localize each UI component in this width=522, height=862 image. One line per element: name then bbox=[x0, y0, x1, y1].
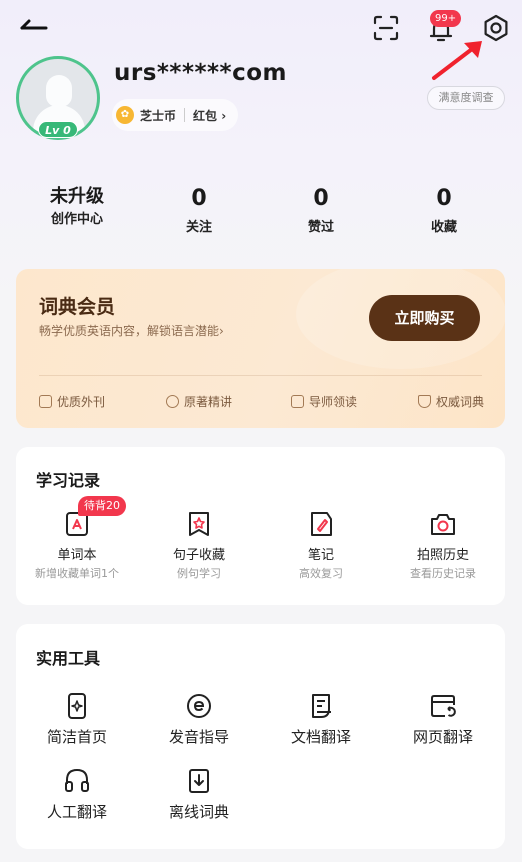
simple-home-icon bbox=[68, 693, 86, 719]
stat-label: 创作中心 bbox=[50, 212, 103, 227]
web-translate-icon bbox=[431, 695, 456, 717]
item-label: 单词本 bbox=[57, 548, 97, 563]
gift-icon bbox=[291, 395, 304, 408]
note-icon bbox=[311, 512, 332, 536]
tools-card: 实用工具 简洁首页 发音指导 文档翻译 网页翻译 人工翻译 离线词典 bbox=[16, 624, 505, 849]
annotation-arrow-icon bbox=[432, 41, 482, 80]
pronunciation-icon bbox=[187, 694, 211, 718]
hongbao-link[interactable]: 红包 › bbox=[193, 107, 226, 124]
stat-following[interactable]: 0 关注 bbox=[144, 186, 254, 235]
item-label: 笔记 bbox=[307, 548, 334, 563]
magazine-icon bbox=[39, 395, 52, 408]
simple-home-item[interactable]: 简洁首页 bbox=[16, 692, 138, 747]
due-review-badge: 待背20 bbox=[78, 496, 126, 516]
section-title: 学习记录 bbox=[36, 471, 101, 490]
vip-title: 词典会员 bbox=[39, 296, 116, 318]
stat-label: 关注 bbox=[185, 220, 212, 235]
notification-count-badge: 99+ bbox=[430, 10, 462, 27]
vip-subtitle[interactable]: 畅学优质英语内容，解锁语言潜能› bbox=[39, 322, 224, 339]
item-sub: 新增收藏单词1个 bbox=[35, 567, 119, 580]
stat-value: 0 bbox=[191, 186, 207, 211]
item-label: 文档翻译 bbox=[290, 728, 351, 746]
item-label: 人工翻译 bbox=[46, 803, 107, 821]
vip-feature-label: 优质外刊 bbox=[57, 395, 106, 409]
stat-value: 0 bbox=[313, 186, 329, 211]
divider bbox=[184, 108, 186, 122]
cheese-coin-icon: ✿ bbox=[116, 106, 134, 124]
offline-dict-item[interactable]: 离线词典 bbox=[138, 767, 260, 822]
coin-label: 芝士币 bbox=[140, 108, 177, 123]
sentence-collection-item[interactable]: 句子收藏 例句学习 bbox=[138, 510, 260, 581]
stat-value: 未升级 bbox=[50, 186, 104, 207]
divider bbox=[39, 375, 482, 376]
section-title: 实用工具 bbox=[36, 649, 101, 668]
notes-item[interactable]: 笔记 高效复习 bbox=[260, 510, 382, 581]
headset-icon bbox=[65, 769, 89, 792]
item-label: 简洁首页 bbox=[46, 728, 107, 746]
stat-liked[interactable]: 0 赞过 bbox=[266, 186, 376, 235]
study-records-card: 学习记录 待背20 单词本 新增收藏单词1个 句子收藏 例句学习 笔记 高效复习… bbox=[16, 447, 505, 605]
web-translate-item[interactable]: 网页翻译 bbox=[382, 692, 504, 747]
pronunciation-item[interactable]: 发音指导 bbox=[138, 692, 260, 747]
doc-translate-item[interactable]: 文档翻译 bbox=[260, 692, 382, 747]
stat-creator-center[interactable]: 未升级 创作中心 bbox=[22, 186, 132, 227]
vip-feature-label: 原著精讲 bbox=[184, 395, 233, 409]
doc-translate-icon bbox=[312, 694, 331, 718]
buy-now-button[interactable]: 立即购买 bbox=[369, 295, 480, 341]
vip-feature-item[interactable]: 权威词典 bbox=[418, 393, 484, 410]
item-sub: 例句学习 bbox=[177, 567, 221, 580]
coin-hongbao-pill[interactable]: ✿ 芝士币 红包 › bbox=[112, 99, 238, 131]
item-sub: 高效复习 bbox=[299, 567, 343, 580]
vip-feature-label: 导师领读 bbox=[309, 395, 358, 409]
username[interactable]: urs******com bbox=[114, 60, 287, 86]
item-label: 离线词典 bbox=[168, 803, 229, 821]
vip-card[interactable]: 词典会员 畅学优质英语内容，解锁语言潜能› 立即购买 优质外刊 原著精讲 导师领… bbox=[16, 269, 505, 428]
human-translate-item[interactable]: 人工翻译 bbox=[16, 767, 138, 822]
stat-label: 收藏 bbox=[430, 220, 457, 235]
sentence-icon bbox=[189, 512, 209, 536]
shield-icon bbox=[418, 395, 431, 408]
back-arrow-icon[interactable] bbox=[18, 14, 50, 40]
wordbook-item[interactable]: 待背20 单词本 新增收藏单词1个 bbox=[16, 496, 138, 581]
vip-feature-item[interactable]: 原著精讲 bbox=[166, 393, 232, 410]
item-label: 句子收藏 bbox=[172, 548, 225, 563]
item-label: 发音指导 bbox=[168, 728, 229, 746]
stat-value: 0 bbox=[436, 186, 452, 211]
survey-button[interactable]: 满意度调查 bbox=[427, 86, 505, 110]
play-icon bbox=[166, 395, 179, 408]
vip-feature-item[interactable]: 导师领读 bbox=[291, 393, 357, 410]
vip-feature-label: 权威词典 bbox=[436, 395, 485, 409]
level-badge: Lv 0 bbox=[38, 121, 78, 138]
camera-icon bbox=[431, 514, 455, 535]
scan-icon[interactable] bbox=[372, 14, 400, 42]
vip-feature-item[interactable]: 优质外刊 bbox=[39, 393, 105, 410]
stat-label: 赞过 bbox=[307, 220, 334, 235]
photo-history-item[interactable]: 拍照历史 查看历史记录 bbox=[382, 510, 504, 581]
item-sub: 查看历史记录 bbox=[410, 567, 476, 580]
item-label: 拍照历史 bbox=[416, 548, 469, 563]
offline-dict-icon bbox=[189, 769, 209, 793]
item-label: 网页翻译 bbox=[412, 728, 473, 746]
stat-favorites[interactable]: 0 收藏 bbox=[389, 186, 499, 235]
